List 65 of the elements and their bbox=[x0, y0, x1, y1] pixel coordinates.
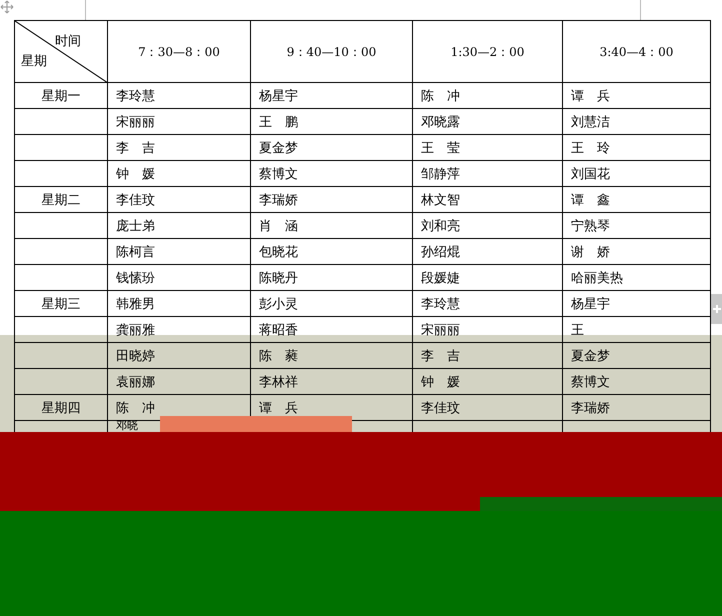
side-button[interactable] bbox=[711, 294, 722, 324]
column-header: 9：40—10：00 bbox=[250, 20, 412, 82]
name-cell: 李 吉 bbox=[421, 348, 460, 363]
name-cell: 蔡博文 bbox=[259, 166, 298, 181]
name-cell: 谢 娇 bbox=[571, 244, 610, 259]
header-label: 时间 bbox=[55, 32, 81, 50]
name-cell: 夏金梦 bbox=[571, 348, 610, 363]
name-cell: 宋丽丽 bbox=[116, 114, 155, 129]
name-cell: 韩雅男 bbox=[116, 296, 155, 311]
name-cell: 宋丽丽 bbox=[421, 322, 460, 337]
name-cell: 袁丽娜 bbox=[116, 374, 155, 389]
name-cell: 林文智 bbox=[421, 192, 460, 207]
column-header: 3:40—4：00 bbox=[562, 20, 710, 82]
name-cell: 邹静萍 bbox=[421, 166, 460, 181]
name-cell: 李林祥 bbox=[259, 374, 298, 389]
name-cell: 李瑞娇 bbox=[259, 192, 298, 207]
column-header: 1:30—2：00 bbox=[412, 20, 562, 82]
plus-icon bbox=[712, 305, 720, 313]
name-cell: 蔡博文 bbox=[571, 374, 610, 389]
name-cell: 李玲慧 bbox=[421, 296, 460, 311]
name-cell: 夏金梦 bbox=[259, 140, 298, 155]
name-cell: 孙绍焜 bbox=[421, 244, 460, 259]
name-cell: 谭 鑫 bbox=[571, 192, 610, 207]
name-cell: 陈 冲 bbox=[421, 88, 460, 103]
column-header: 7：30—8：00 bbox=[108, 20, 250, 82]
header-label: 星期 bbox=[21, 52, 47, 70]
name-cell: 包晓花 bbox=[259, 244, 298, 259]
name-cell: 彭小灵 bbox=[259, 296, 298, 311]
day-cell: 星期四 bbox=[42, 400, 80, 415]
name-cell: 哈丽美热 bbox=[571, 270, 623, 285]
name-cell: 陈 蕤 bbox=[259, 348, 298, 363]
name-cell: 王 玲 bbox=[571, 140, 610, 155]
name-cell: 蒋昭香 bbox=[259, 322, 298, 337]
name-cell: 刘国花 bbox=[571, 166, 610, 181]
name-cell: 刘和亮 bbox=[421, 218, 460, 233]
day-cell: 星期一 bbox=[42, 88, 80, 103]
day-cell: 星期二 bbox=[42, 192, 80, 207]
name-cell: 李 吉 bbox=[116, 140, 155, 155]
name-cell: 谭 兵 bbox=[259, 400, 298, 415]
name-cell: 李玲慧 bbox=[116, 88, 155, 103]
name-cell: 杨星宇 bbox=[571, 296, 610, 311]
name-cell: 陈柯言 bbox=[116, 244, 155, 259]
name-cell: 钟 媛 bbox=[116, 166, 155, 181]
name-cell: 王 鹏 bbox=[259, 114, 298, 129]
name-cell: 刘慧洁 bbox=[571, 114, 610, 129]
name-cell: 李瑞娇 bbox=[571, 400, 610, 415]
name-cell: 杨星宇 bbox=[259, 88, 298, 103]
name-cell: 宁熟琴 bbox=[571, 218, 610, 233]
name-cell: 邓晓露 bbox=[421, 114, 460, 129]
name-cell: 陈晓丹 bbox=[259, 270, 298, 285]
name-cell: 陈 冲 bbox=[116, 400, 155, 415]
name-cell: 段媛婕 bbox=[421, 270, 460, 285]
name-cell: 龚丽雅 bbox=[116, 322, 155, 337]
name-cell: 钱愫玢 bbox=[116, 270, 155, 285]
name-cell: 王 莹 bbox=[421, 140, 460, 155]
name-cell: 肖 涵 bbox=[259, 218, 298, 233]
name-cell: 田晓婷 bbox=[116, 348, 155, 363]
name-cell: 李佳玟 bbox=[116, 192, 155, 207]
name-cell: 王 bbox=[571, 322, 584, 337]
name-cell: 谭 兵 bbox=[571, 88, 610, 103]
move-handle-icon[interactable] bbox=[0, 0, 14, 14]
name-cell: 庞士弟 bbox=[116, 218, 155, 233]
day-cell: 星期三 bbox=[42, 296, 80, 311]
name-cell: 钟 媛 bbox=[421, 374, 460, 389]
name-cell: 李佳玟 bbox=[421, 400, 460, 415]
